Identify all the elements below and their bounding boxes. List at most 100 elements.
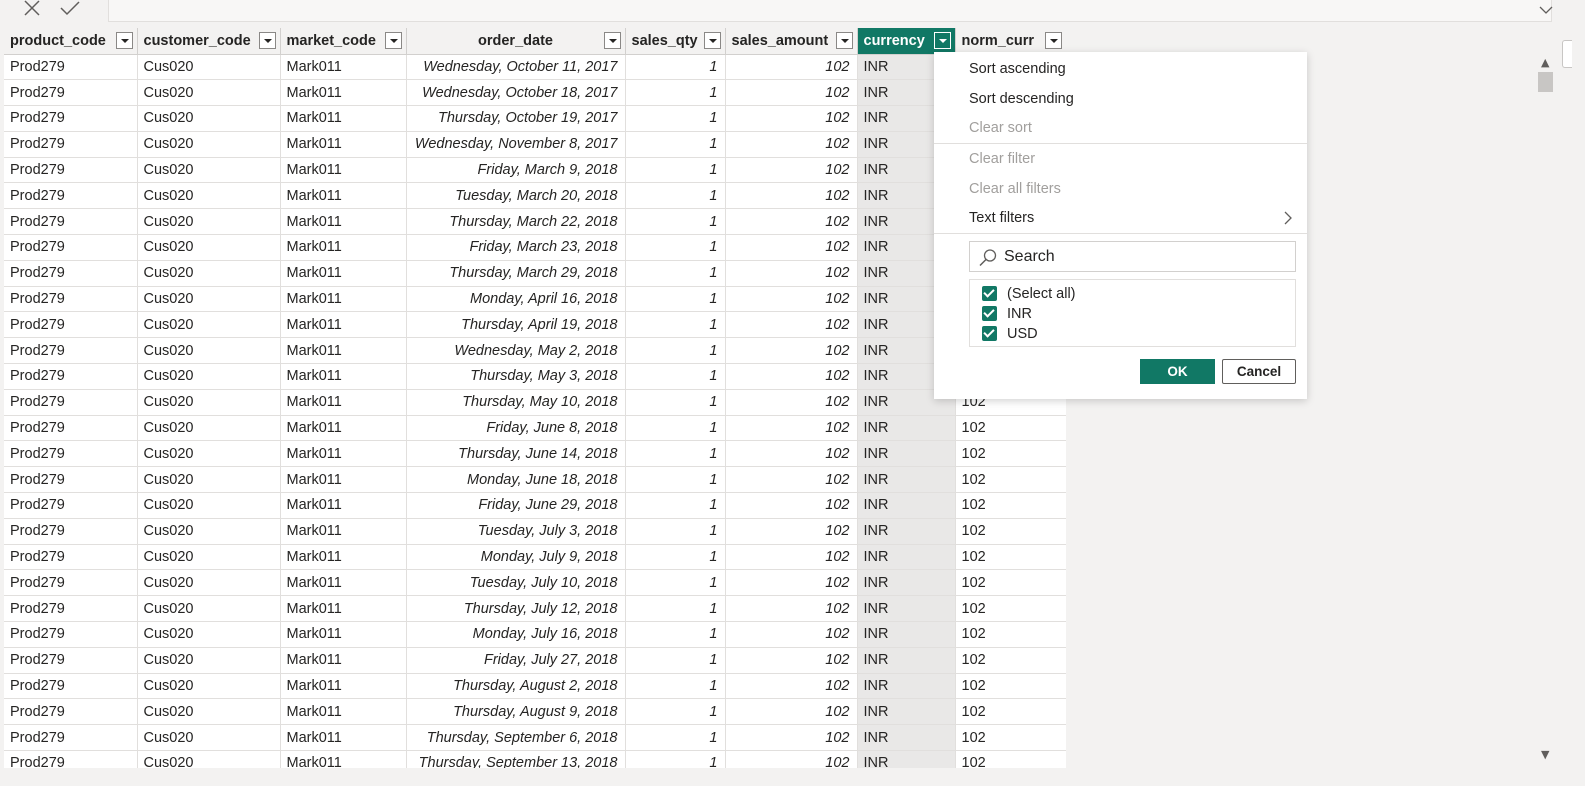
cell-order-date[interactable]: Thursday, October 19, 2017 — [406, 105, 626, 132]
cell-customer-code[interactable]: Cus020 — [137, 54, 281, 81]
cell-order-date[interactable]: Friday, March 9, 2018 — [406, 157, 626, 184]
sort-descending-item[interactable]: Sort descending — [969, 87, 1074, 111]
cell-market-code[interactable]: Mark011 — [280, 518, 407, 545]
column-header-market-code[interactable]: market_code — [280, 28, 407, 55]
checkbox[interactable] — [982, 286, 997, 301]
table-row[interactable]: Prod279 Cus020 Mark011 Monday, April 16, 20… — [4, 286, 1066, 313]
cell-customer-code[interactable]: Cus020 — [137, 105, 281, 132]
cell-customer-code[interactable]: Cus020 — [137, 415, 281, 442]
table-row[interactable]: Prod279 Cus020 Mark011 Friday, June 8, 2018… — [4, 415, 1066, 442]
table-row[interactable]: Prod279 Cus020 Mark011 Monday, June 18, 201… — [4, 466, 1066, 494]
table-row[interactable]: Prod279 Cus020 Mark011 Thursday, September … — [4, 724, 1066, 752]
cell-norm-curr[interactable]: 102 — [955, 673, 1066, 700]
cell-sales-qty[interactable]: 1 — [625, 131, 726, 158]
cancel-button[interactable]: Cancel — [1222, 359, 1296, 384]
table-row[interactable]: Prod279 Cus020 Mark011 Friday, March 9, 201… — [4, 157, 1066, 184]
cell-product-code[interactable]: Prod279 — [4, 698, 138, 726]
cell-market-code[interactable]: Mark011 — [280, 157, 407, 184]
cell-sales-amount[interactable]: 102 — [725, 286, 858, 313]
cell-market-code[interactable]: Mark011 — [280, 569, 407, 597]
cell-market-code[interactable]: Mark011 — [280, 105, 407, 132]
cell-currency[interactable]: INR — [857, 466, 956, 494]
cell-currency[interactable]: INR — [857, 440, 956, 468]
cell-order-date[interactable]: Thursday, April 19, 2018 — [406, 311, 626, 339]
table-row[interactable]: Prod279 Cus020 Mark011 Wednesday, May 2, 20… — [4, 337, 1066, 365]
cell-sales-amount[interactable]: 102 — [725, 54, 858, 81]
chevron-down-icon[interactable] — [1538, 2, 1554, 18]
cell-norm-curr[interactable]: 102 — [955, 647, 1066, 674]
cell-product-code[interactable]: Prod279 — [4, 492, 138, 519]
cell-customer-code[interactable]: Cus020 — [137, 440, 281, 468]
cell-order-date[interactable]: Thursday, March 29, 2018 — [406, 260, 626, 287]
cell-order-date[interactable]: Tuesday, July 3, 2018 — [406, 518, 626, 545]
cell-order-date[interactable]: Monday, June 18, 2018 — [406, 466, 626, 494]
cell-sales-qty[interactable]: 1 — [625, 492, 726, 519]
table-row[interactable]: Prod279 Cus020 Mark011 Friday, July 27, 201… — [4, 647, 1066, 674]
cell-market-code[interactable]: Mark011 — [280, 698, 407, 726]
cell-sales-qty[interactable]: 1 — [625, 518, 726, 545]
cell-market-code[interactable]: Mark011 — [280, 466, 407, 494]
table-row[interactable]: Prod279 Cus020 Mark011 Thursday, May 10, 20… — [4, 389, 1066, 416]
cell-sales-amount[interactable]: 102 — [725, 492, 858, 519]
cell-customer-code[interactable]: Cus020 — [137, 518, 281, 545]
cell-sales-amount[interactable]: 102 — [725, 621, 858, 648]
cell-product-code[interactable]: Prod279 — [4, 286, 138, 313]
cell-sales-amount[interactable]: 102 — [725, 337, 858, 365]
column-header-customer-code[interactable]: customer_code — [137, 28, 281, 55]
cell-order-date[interactable]: Friday, June 8, 2018 — [406, 415, 626, 442]
cell-customer-code[interactable]: Cus020 — [137, 466, 281, 494]
cell-market-code[interactable]: Mark011 — [280, 544, 407, 571]
cell-product-code[interactable]: Prod279 — [4, 182, 138, 210]
cell-sales-amount[interactable]: 102 — [725, 698, 858, 726]
cell-order-date[interactable]: Thursday, August 2, 2018 — [406, 673, 626, 700]
cell-product-code[interactable]: Prod279 — [4, 415, 138, 442]
cell-market-code[interactable]: Mark011 — [280, 311, 407, 339]
cell-market-code[interactable]: Mark011 — [280, 621, 407, 648]
cell-order-date[interactable]: Thursday, September 13, 2018 — [406, 750, 626, 768]
cell-product-code[interactable]: Prod279 — [4, 131, 138, 158]
cell-currency[interactable]: INR — [857, 518, 956, 545]
cell-sales-qty[interactable]: 1 — [625, 54, 726, 81]
table-row[interactable]: Prod279 Cus020 Mark011 Tuesday, July 10, 20… — [4, 569, 1066, 597]
cell-sales-amount[interactable]: 102 — [725, 724, 858, 752]
cell-sales-amount[interactable]: 102 — [725, 234, 858, 261]
cell-customer-code[interactable]: Cus020 — [137, 208, 281, 236]
table-row[interactable]: Prod279 Cus020 Mark011 Wednesday, October 1… — [4, 54, 1066, 81]
cell-product-code[interactable]: Prod279 — [4, 518, 138, 545]
chevron-down-icon[interactable] — [384, 32, 402, 49]
cell-sales-amount[interactable]: 102 — [725, 569, 858, 597]
cell-sales-qty[interactable]: 1 — [625, 698, 726, 726]
cell-sales-qty[interactable]: 1 — [625, 621, 726, 648]
table-row[interactable]: Prod279 Cus020 Mark011 Thursday, September … — [4, 750, 1066, 768]
cell-market-code[interactable]: Mark011 — [280, 54, 407, 81]
search-input[interactable] — [1004, 246, 1284, 268]
cell-market-code[interactable]: Mark011 — [280, 260, 407, 287]
table-row[interactable]: Prod279 Cus020 Mark011 Tuesday, March 20, 2… — [4, 182, 1066, 210]
cell-currency[interactable]: INR — [857, 724, 956, 752]
cell-customer-code[interactable]: Cus020 — [137, 311, 281, 339]
cell-market-code[interactable]: Mark011 — [280, 750, 407, 768]
table-row[interactable]: Prod279 Cus020 Mark011 Thursday, June 14, 2… — [4, 440, 1066, 468]
table-row[interactable]: Prod279 Cus020 Mark011 Thursday, May 3, 201… — [4, 363, 1066, 390]
cell-order-date[interactable]: Tuesday, July 10, 2018 — [406, 569, 626, 597]
cell-market-code[interactable]: Mark011 — [280, 673, 407, 700]
cell-sales-amount[interactable]: 102 — [725, 105, 858, 132]
cell-order-date[interactable]: Thursday, March 22, 2018 — [406, 208, 626, 236]
cell-product-code[interactable]: Prod279 — [4, 440, 138, 468]
cell-sales-amount[interactable]: 102 — [725, 647, 858, 674]
cell-sales-qty[interactable]: 1 — [625, 208, 726, 236]
cell-market-code[interactable]: Mark011 — [280, 363, 407, 390]
cell-currency[interactable]: INR — [857, 750, 956, 768]
cell-product-code[interactable]: Prod279 — [4, 544, 138, 571]
cell-norm-curr[interactable]: 102 — [955, 466, 1066, 494]
cell-norm-curr[interactable]: 102 — [955, 544, 1066, 571]
formula-input[interactable] — [108, 0, 1552, 22]
cell-market-code[interactable]: Mark011 — [280, 286, 407, 313]
cell-customer-code[interactable]: Cus020 — [137, 286, 281, 313]
cell-sales-qty[interactable]: 1 — [625, 569, 726, 597]
filter-search-box[interactable] — [969, 241, 1296, 272]
chevron-down-icon[interactable] — [933, 32, 951, 49]
cell-order-date[interactable]: Thursday, September 6, 2018 — [406, 724, 626, 752]
cell-customer-code[interactable]: Cus020 — [137, 647, 281, 674]
cell-sales-amount[interactable]: 102 — [725, 79, 858, 107]
